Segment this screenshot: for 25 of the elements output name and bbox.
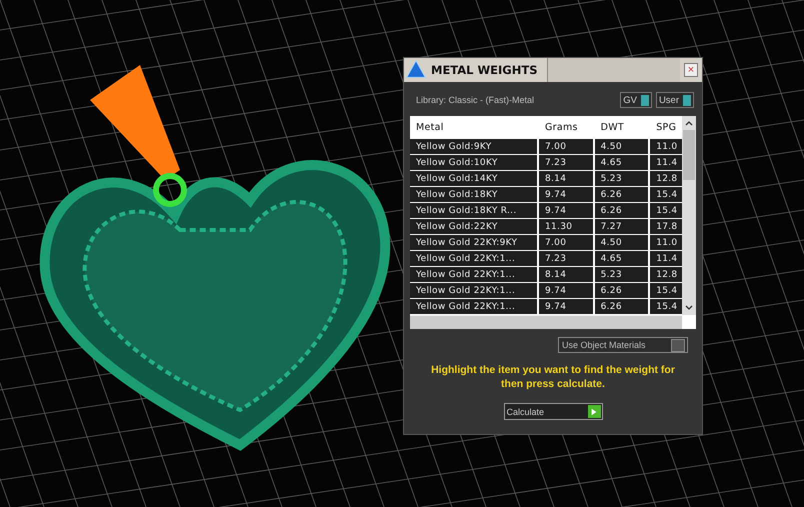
pyramid-icon	[405, 59, 427, 81]
table-cell-text: 11.4	[655, 156, 678, 170]
scroll-thumb[interactable]	[683, 130, 695, 180]
toggle-button[interactable]: User	[656, 92, 694, 108]
table-cell-text: 11.0	[655, 236, 678, 250]
horizontal-scrollbar[interactable]	[410, 315, 682, 329]
toggle-button[interactable]: GV	[620, 92, 652, 108]
calculate-button[interactable]: Calculate	[504, 403, 602, 420]
library-label: Library: Classic - (Fast)-Metal	[416, 95, 536, 105]
instruction-text: Highlight the item you want to find the weight for then press calculate.	[430, 363, 676, 391]
table-cell-text: 11.0	[655, 140, 678, 154]
table-cell-text: 15.4	[655, 204, 678, 218]
play-icon	[590, 408, 598, 416]
vertical-scrollbar[interactable]	[682, 116, 696, 315]
table-cell-text: 15.4	[655, 300, 678, 314]
close-button[interactable]: ×	[684, 63, 698, 77]
table-cell-text: 17.8	[655, 220, 678, 234]
column-header[interactable]: SPG	[650, 116, 682, 138]
use-object-materials-toggle[interactable]: Use Object Materials	[558, 337, 688, 353]
table-cell-text: 15.4	[655, 188, 678, 202]
table-cell-text: 11.4	[655, 252, 678, 266]
table-cell-text: 12.8	[655, 268, 678, 282]
table-cell-text: 12.8	[655, 172, 678, 186]
table-cell-text: 15.4	[655, 284, 678, 298]
window-title: METAL WEIGHTS	[431, 63, 538, 77]
